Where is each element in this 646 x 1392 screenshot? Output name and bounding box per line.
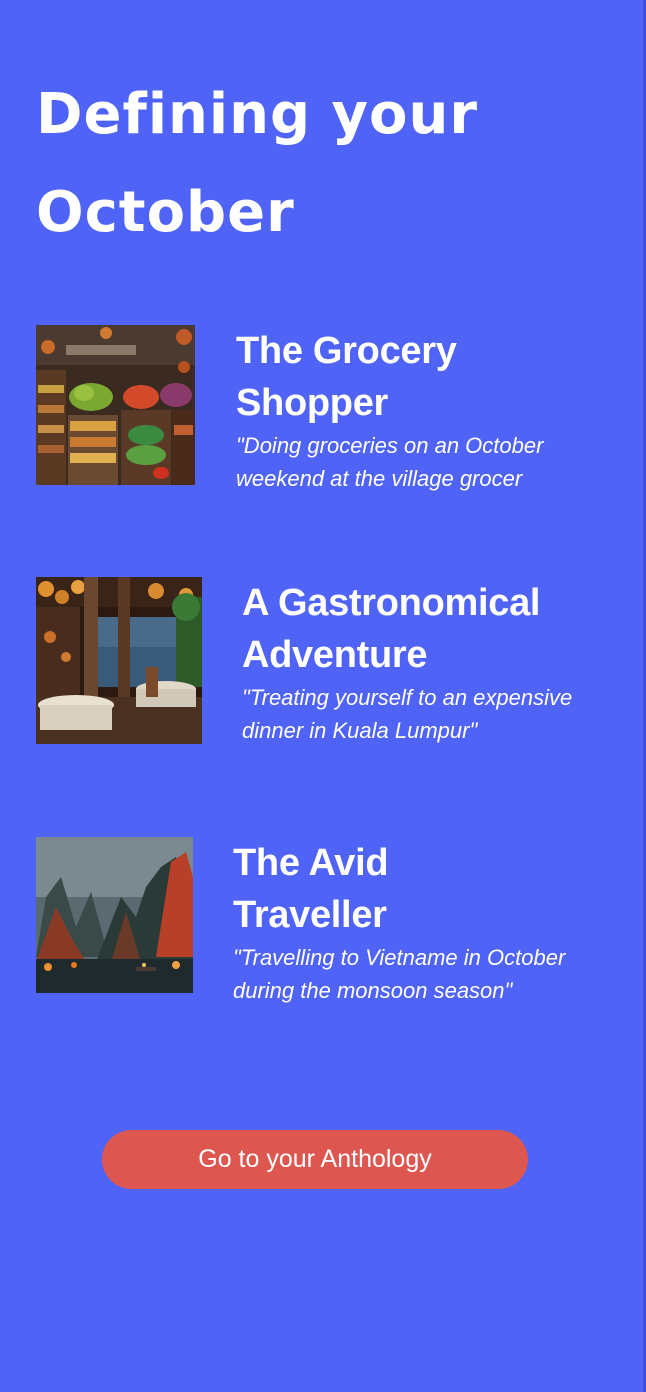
card-text: The Grocery Shopper "Doing groceries on … [236, 325, 596, 495]
card-text: The Avid Traveller "Travelling to Vietna… [233, 837, 596, 1007]
card-gastronomical-adventure[interactable]: A Gastronomical Adventure "Treating your… [36, 577, 606, 744]
card-avid-traveller[interactable]: The Avid Traveller "Travelling to Vietna… [36, 837, 596, 1003]
restaurant-image [36, 577, 202, 744]
card-text: A Gastronomical Adventure "Treating your… [242, 577, 606, 747]
card-title: The Avid Traveller [233, 842, 389, 936]
card-title: A Gastronomical Adventure [242, 582, 541, 676]
card-description: "Doing groceries on an October weekend a… [236, 433, 544, 491]
go-to-anthology-button[interactable]: Go to your Anthology [102, 1130, 528, 1189]
card-title: The Grocery Shopper [236, 330, 457, 424]
grocery-store-image [36, 325, 195, 485]
card-grocery-shopper[interactable]: The Grocery Shopper "Doing groceries on … [36, 325, 596, 491]
mountain-bay-image [36, 837, 193, 993]
card-description: "Treating yourself to an expensive dinne… [242, 685, 573, 743]
page-title: Defining your October [36, 82, 478, 245]
card-description: "Travelling to Vietname in October durin… [233, 945, 566, 1003]
